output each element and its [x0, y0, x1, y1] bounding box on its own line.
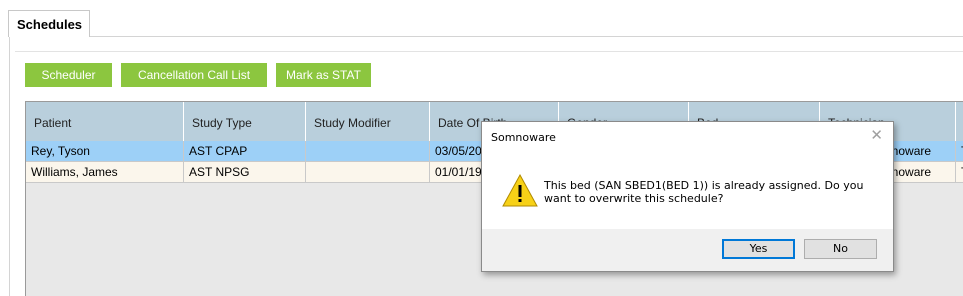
cell-extra: T	[956, 141, 963, 162]
cell-study-modifier	[306, 141, 430, 162]
column-header-patient[interactable]: Patient	[26, 102, 184, 141]
panel-divider	[15, 51, 963, 52]
yes-button[interactable]: Yes	[722, 239, 795, 259]
close-icon[interactable]: ✕	[870, 126, 883, 144]
cell-extra: T	[956, 162, 963, 183]
tab-schedules-label: Schedules	[17, 17, 83, 32]
column-header-study-modifier[interactable]: Study Modifier	[306, 102, 430, 141]
column-header-study-type[interactable]: Study Type	[184, 102, 306, 141]
cell-patient: Williams, James	[26, 162, 184, 183]
tab-schedules[interactable]: Schedules	[8, 10, 90, 37]
dialog-message: This bed (SAN SBED1(BED 1)) is already a…	[544, 179, 864, 205]
cell-study-type: AST CPAP	[184, 141, 306, 162]
cancellation-call-list-button[interactable]: Cancellation Call List	[121, 63, 267, 87]
dialog-footer: Yes No	[482, 229, 893, 271]
cell-study-modifier	[306, 162, 430, 183]
no-button[interactable]: No	[804, 239, 877, 259]
cell-study-type: AST NPSG	[184, 162, 306, 183]
cell-patient: Rey, Tyson	[26, 141, 184, 162]
dialog-title: Somnoware	[491, 131, 556, 144]
mark-as-stat-button[interactable]: Mark as STAT	[276, 63, 371, 87]
column-header-extra[interactable]	[956, 102, 963, 141]
confirm-dialog: Somnoware ✕ This bed (SAN SBED1(BED 1)) …	[481, 121, 894, 272]
tab-strip: Schedules	[0, 0, 963, 38]
scheduler-button[interactable]: Scheduler	[25, 63, 112, 87]
warning-icon	[502, 174, 538, 207]
